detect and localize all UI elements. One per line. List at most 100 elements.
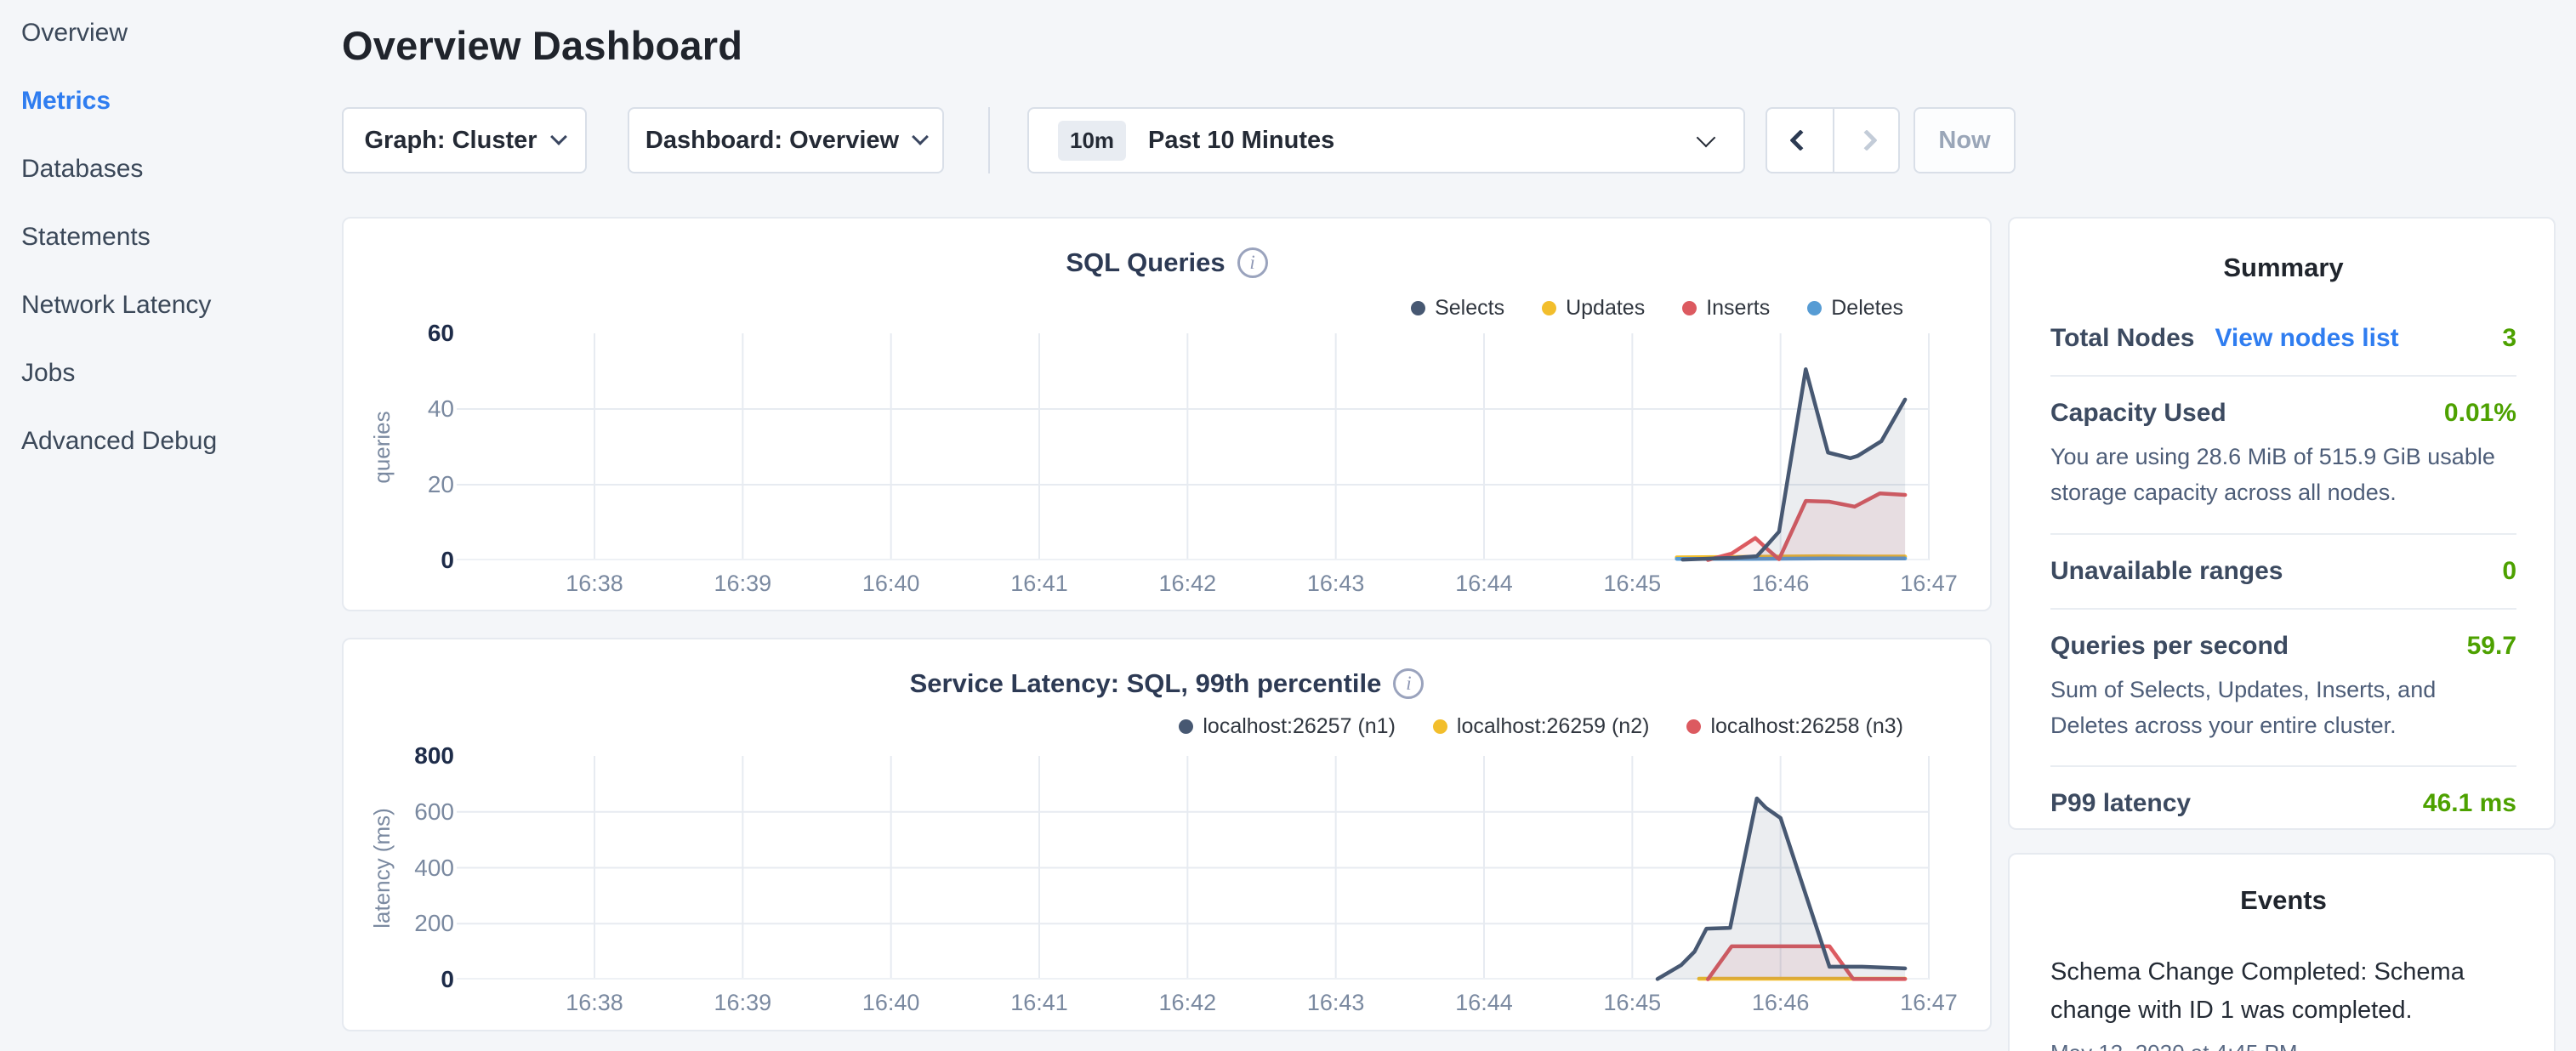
x-axis-tick: 16:41 <box>988 990 1090 1016</box>
events-title: Events <box>2050 885 2516 916</box>
legend-item[interactable]: Selects <box>1411 296 1504 321</box>
x-axis-tick: 16:42 <box>1136 990 1238 1016</box>
time-back-button[interactable] <box>1767 109 1833 172</box>
x-axis-tick: 16:44 <box>1433 990 1535 1016</box>
summary-row-value: 0 <box>2502 557 2516 586</box>
chart-plot-area[interactable] <box>457 756 1929 980</box>
divider <box>2050 765 2516 767</box>
divider <box>2050 533 2516 535</box>
view-nodes-list-link[interactable]: View nodes list <box>2215 324 2398 353</box>
x-axis-tick: 16:38 <box>543 571 645 597</box>
x-axis-tick: 16:46 <box>1730 571 1832 597</box>
x-axis-tick: 16:42 <box>1136 571 1238 597</box>
legend-dot-icon <box>1682 301 1697 315</box>
summary-row: Capacity Used0.01%You are using 28.6 MiB… <box>2050 399 2516 511</box>
time-range-label: Past 10 Minutes <box>1148 127 1334 155</box>
sidebar-item-network-latency[interactable]: Network Latency <box>21 284 327 327</box>
sidebar-item-statements[interactable]: Statements <box>21 216 327 258</box>
legend-dot-icon <box>1433 719 1447 734</box>
x-axis-tick: 16:43 <box>1285 990 1387 1016</box>
legend-item[interactable]: localhost:26257 (n1) <box>1179 714 1396 739</box>
x-axis-tick: 16:45 <box>1581 571 1683 597</box>
divider <box>2050 375 2516 377</box>
legend-label: localhost:26258 (n3) <box>1710 714 1903 739</box>
time-forward-button[interactable] <box>1833 109 1898 172</box>
legend-item[interactable]: localhost:26259 (n2) <box>1433 714 1650 739</box>
graph-dropdown[interactable]: Graph: Cluster <box>342 107 587 173</box>
event-item[interactable]: Schema Change Completed: Schema change w… <box>2050 953 2516 1051</box>
sidebar-item-advanced-debug[interactable]: Advanced Debug <box>21 420 327 463</box>
legend-dot-icon <box>1542 301 1556 315</box>
page-title: Overview Dashboard <box>342 22 742 69</box>
summary-row-value: 46.1 ms <box>2423 789 2516 818</box>
chevron-down-icon <box>1697 128 1716 148</box>
chart-plot-area[interactable] <box>457 333 1929 560</box>
y-axis-tick: 60 <box>352 319 454 348</box>
info-icon[interactable]: i <box>1393 668 1424 699</box>
events-list: Schema Change Completed: Schema change w… <box>2050 953 2516 1051</box>
summary-row-subtext: Sum of Selects, Updates, Inserts, and De… <box>2050 673 2516 744</box>
summary-title: Summary <box>2050 253 2516 283</box>
y-axis-tick: 20 <box>352 470 454 499</box>
x-axis-tick: 16:43 <box>1285 571 1387 597</box>
chart-title: Service Latency: SQL, 99th percentile <box>910 668 1382 699</box>
x-axis-tick: 16:38 <box>543 990 645 1016</box>
legend-item[interactable]: Inserts <box>1682 296 1770 321</box>
summary-row-label: P99 latency <box>2050 789 2191 818</box>
summary-row-label: Total Nodes <box>2050 324 2194 353</box>
time-range-dropdown[interactable]: 10m Past 10 Minutes <box>1027 107 1745 173</box>
y-axis-tick: 0 <box>352 965 454 994</box>
sidebar-nav: Overview Metrics Databases Statements Networ… <box>21 12 327 488</box>
y-axis-tick: 400 <box>352 854 454 883</box>
chevron-down-icon <box>912 128 929 145</box>
dashboard-dropdown-label: Dashboard: Overview <box>645 127 899 155</box>
chevron-down-icon <box>550 128 567 145</box>
y-axis-label: queries <box>369 320 396 575</box>
summary-row: Total Nodes View nodes list 3 <box>2050 324 2516 353</box>
now-button-label: Now <box>1938 127 1990 155</box>
legend-item[interactable]: localhost:26258 (n3) <box>1686 714 1903 739</box>
x-axis-tick: 16:46 <box>1730 990 1832 1016</box>
events-panel: Events Schema Change Completed: Schema c… <box>2008 853 2556 1051</box>
y-axis-tick: 200 <box>352 909 454 938</box>
sidebar-item-metrics[interactable]: Metrics <box>21 80 327 122</box>
info-icon[interactable]: i <box>1237 247 1268 278</box>
sidebar-item-databases[interactable]: Databases <box>21 148 327 190</box>
legend-item[interactable]: Deletes <box>1807 296 1903 321</box>
x-axis-tick: 16:47 <box>1878 571 1980 597</box>
dashboard-dropdown[interactable]: Dashboard: Overview <box>628 107 944 173</box>
sidebar-item-jobs[interactable]: Jobs <box>21 352 327 395</box>
x-axis-tick: 16:39 <box>691 571 793 597</box>
summary-panel: Summary Total Nodes View nodes list 3 Capac… <box>2008 217 2556 830</box>
legend-label: Updates <box>1566 296 1645 321</box>
x-axis-tick: 16:41 <box>988 571 1090 597</box>
legend-label: Inserts <box>1706 296 1770 321</box>
summary-row: Queries per second59.7Sum of Selects, Up… <box>2050 632 2516 744</box>
summary-row-value: 0.01% <box>2444 399 2516 428</box>
graph-dropdown-label: Graph: Cluster <box>364 127 537 155</box>
y-axis-label: latency (ms) <box>369 741 396 996</box>
time-nav-group <box>1766 107 1900 173</box>
y-axis-tick: 40 <box>352 395 454 423</box>
chart-title: SQL Queries <box>1066 247 1225 278</box>
summary-row-label: Capacity Used <box>2050 399 2226 428</box>
y-axis-tick: 800 <box>352 741 454 770</box>
time-range-badge: 10m <box>1058 121 1126 161</box>
legend-label: localhost:26259 (n2) <box>1457 714 1650 739</box>
legend-dot-icon <box>1807 301 1822 315</box>
x-axis-tick: 16:40 <box>840 571 942 597</box>
sidebar-item-overview[interactable]: Overview <box>21 12 327 54</box>
controls-divider <box>988 107 990 173</box>
summary-row-label: Unavailable ranges <box>2050 557 2283 586</box>
event-time: May 13, 2020 at 4:45 PM <box>2050 1040 2516 1051</box>
summary-row: Unavailable ranges 0 <box>2050 557 2516 586</box>
summary-row-value: 3 <box>2502 324 2516 353</box>
summary-rows: Total Nodes View nodes list 3 Capacity Used… <box>2050 324 2516 818</box>
x-axis-tick: 16:44 <box>1433 571 1535 597</box>
y-axis-tick: 600 <box>352 798 454 827</box>
now-button[interactable]: Now <box>1914 107 2016 173</box>
summary-row-value: 59.7 <box>2467 632 2516 661</box>
legend-item[interactable]: Updates <box>1542 296 1645 321</box>
event-text: Schema Change Completed: Schema change w… <box>2050 953 2516 1030</box>
x-axis-tick: 16:39 <box>691 990 793 1016</box>
